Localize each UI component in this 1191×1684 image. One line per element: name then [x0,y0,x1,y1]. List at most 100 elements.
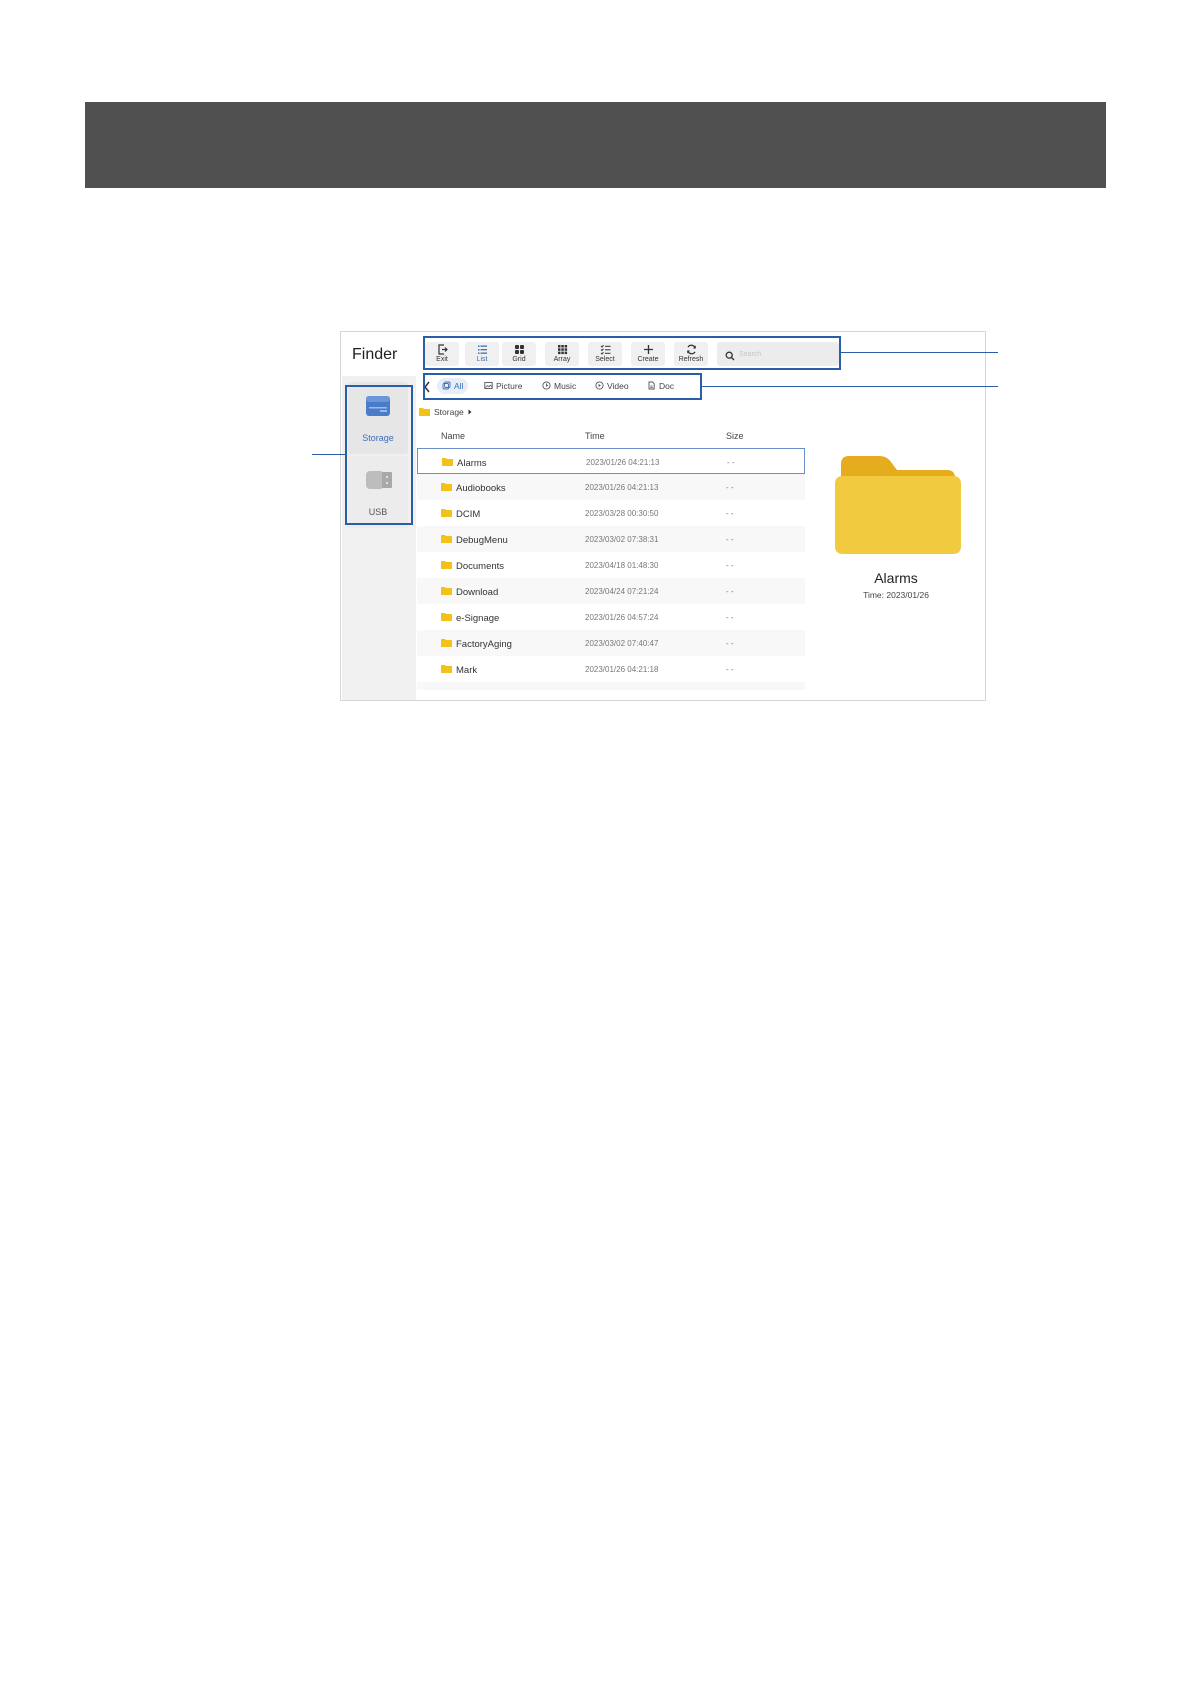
grid-view-button[interactable]: Grid [502,342,536,366]
select-label: Select [595,356,615,363]
folder-icon [441,482,452,494]
search-input[interactable] [739,347,829,361]
all-icon [442,381,451,392]
filter-all[interactable]: All [437,378,469,394]
grid-label: Grid [512,356,526,363]
file-time: 2023/04/18 01:48:30 [585,561,659,570]
filter-doc[interactable]: Doc [642,378,679,394]
exit-icon [425,344,459,355]
filter-callout-line [702,386,998,387]
file-size: - - [726,587,734,596]
exit-button[interactable]: Exit [425,342,459,366]
filter-music[interactable]: Music [537,378,581,394]
folder-icon [441,664,452,676]
table-row-partial [417,682,805,690]
file-size: - - [726,665,734,674]
file-size: - - [726,535,734,544]
sidebar: Storage USB [342,376,416,700]
chevron-left-icon[interactable] [423,380,431,398]
usb-icon [365,467,393,498]
breadcrumb-item[interactable]: Storage [434,407,464,417]
toolbar-callout-line [841,352,998,353]
file-time: 2023/04/24 07:21:24 [585,587,659,596]
refresh-button[interactable]: Refresh [674,342,708,366]
preview-time: Time: 2023/01/26 [863,590,929,600]
list-view-button[interactable]: List [465,342,499,366]
filter-video[interactable]: Video [590,378,634,394]
sidebar-item-label: USB [368,507,388,517]
folder-icon [441,508,452,520]
file-name: Download [456,586,499,598]
array-view-button[interactable]: Array [545,342,579,366]
column-header-time[interactable]: Time [585,431,605,441]
file-time: 2023/03/28 00:30:50 [585,509,659,518]
file-name: DCIM [456,508,481,520]
table-row[interactable]: DebugMenu 2023/03/02 07:38:31 - - [417,526,805,552]
table-row[interactable]: Documents 2023/04/18 01:48:30 - - [417,552,805,578]
table-row[interactable]: Mark 2023/01/26 04:21:18 - - [417,656,805,682]
folder-icon [441,612,452,624]
category-filter-bar: All Picture Music Video Doc [423,377,683,395]
storage-icon [365,393,391,424]
create-button[interactable]: Create [631,342,665,366]
file-time: 2023/01/26 04:21:18 [585,665,659,674]
table-row[interactable]: Download 2023/04/24 07:21:24 - - [417,578,805,604]
sidebar-item-usb[interactable]: USB [348,456,408,528]
table-header: Name Time Size [417,424,805,448]
refresh-label: Refresh [678,356,704,363]
folder-icon [441,638,452,650]
filter-label: Music [554,381,577,391]
select-button[interactable]: Select [588,342,622,366]
file-time: 2023/03/02 07:38:31 [585,535,659,544]
file-size: - - [726,639,734,648]
array-icon [545,344,579,355]
file-name: Documents [456,560,505,572]
create-label: Create [637,356,659,363]
sidebar-item-storage[interactable]: Storage [348,382,408,454]
search-icon [725,348,735,366]
column-header-name[interactable]: Name [441,431,465,441]
list-icon [465,344,499,355]
video-icon [595,380,604,392]
table-row[interactable]: e-Signage 2023/01/26 04:57:24 - - [417,604,805,630]
table-row[interactable]: DCIM 2023/03/28 00:30:50 - - [417,500,805,526]
file-name: Alarms [457,457,487,469]
breadcrumb[interactable]: Storage [419,406,472,418]
folder-icon [441,534,452,546]
file-name: FactoryAging [456,638,512,650]
folder-icon [441,560,452,572]
file-name: Mark [456,664,478,676]
file-list: Name Time Size Alarms 2023/01/26 04:21:1… [417,424,805,692]
file-name: e-Signage [456,612,500,624]
file-size: - - [726,509,734,518]
file-size: - - [726,483,734,492]
toolbar: Exit List Grid Array Select Create Refre… [425,342,839,366]
folder-icon [441,586,452,598]
folder-icon [419,407,430,418]
folder-large-icon [835,452,961,567]
exit-label: Exit [436,356,448,363]
app-title: Finder [352,346,398,363]
sidebar-callout-line [312,454,345,455]
folder-icon [442,457,453,469]
file-time: 2023/01/26 04:21:13 [585,483,659,492]
table-row[interactable]: Alarms 2023/01/26 04:21:13 - - [417,448,805,474]
table-row[interactable]: FactoryAging 2023/03/02 07:40:47 - - [417,630,805,656]
array-label: Array [553,356,571,363]
preview-pane: Alarms Time: 2023/01/26 [811,422,981,692]
filter-label: Doc [659,381,675,391]
filter-label: All [454,381,464,391]
file-time: 2023/01/26 04:57:24 [585,613,659,622]
sidebar-item-label: Storage [362,433,394,443]
file-size: - - [727,458,735,467]
search-box[interactable] [717,342,839,366]
select-icon [588,344,622,355]
grid-icon [502,344,536,355]
list-label: List [476,356,488,363]
music-icon [542,380,551,392]
table-row[interactable]: Audiobooks 2023/01/26 04:21:13 - - [417,474,805,500]
column-header-size[interactable]: Size [726,431,744,441]
filter-picture[interactable]: Picture [479,378,527,394]
file-name: Audiobooks [456,482,506,494]
plus-icon [631,344,665,355]
